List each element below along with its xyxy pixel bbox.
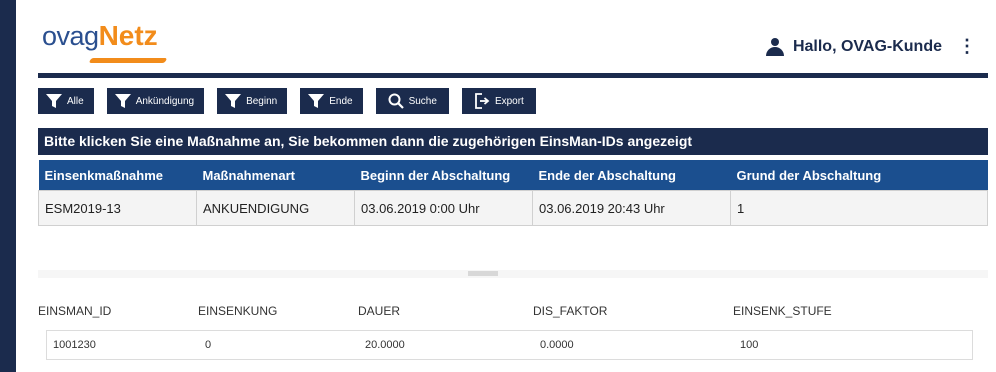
logo-netz-text: Netz — [98, 20, 158, 51]
app-content: ovagNetz Hallo, OVAG-Kunde ⋮ Alle Ankünd… — [30, 0, 996, 372]
logo: ovagNetz — [42, 20, 168, 66]
column-header: EINSMAN_ID — [38, 304, 112, 318]
export-icon — [475, 93, 490, 109]
filter-end-button[interactable]: Ende — [300, 88, 363, 114]
filter-icon — [46, 94, 62, 108]
table-cell: 0 — [205, 339, 212, 351]
ids-table-header: EINSMAN_ID EINSENKUNG DAUER DIS_FAKTOR E… — [38, 304, 988, 318]
table-row[interactable]: ESM2019-13 ANKUENDIGUNG 03.06.2019 0:00 … — [38, 190, 988, 226]
table-cell: 100 — [740, 339, 759, 351]
button-label: Beginn — [246, 95, 278, 107]
table-row[interactable]: 1001230 0 20.0000 0.0000 100 — [46, 330, 973, 360]
column-header[interactable]: Ende der Abschaltung — [532, 160, 731, 191]
measures-table: Einsenkmaßnahme Maßnahmenart Beginn der … — [38, 160, 988, 226]
table-cell: 03.06.2019 0:00 Uhr — [354, 190, 533, 226]
column-header[interactable]: Beginn der Abschaltung — [354, 160, 533, 191]
user-icon — [765, 37, 785, 56]
table-cell: 20.0000 — [365, 339, 405, 351]
filter-icon — [114, 94, 131, 108]
column-header: DAUER — [358, 304, 401, 318]
left-edge-bar — [0, 0, 16, 372]
button-label: Suche — [408, 95, 437, 107]
filter-icon — [308, 94, 325, 108]
button-label: Alle — [67, 95, 84, 107]
column-header[interactable]: Maßnahmenart — [196, 160, 355, 191]
table-cell: ANKUENDIGUNG — [196, 190, 355, 226]
filter-announcement-button[interactable]: Ankündigung — [106, 88, 205, 114]
more-vert-icon[interactable]: ⋮ — [958, 36, 976, 57]
user-menu[interactable]: Hallo, OVAG-Kunde ⋮ — [765, 36, 976, 57]
table-header-row: Einsenkmaßnahme Maßnahmenart Beginn der … — [38, 160, 988, 191]
header-divider — [38, 73, 988, 78]
button-label: Ende — [329, 95, 353, 107]
splitter[interactable] — [38, 270, 988, 278]
user-greeting: Hallo, OVAG-Kunde — [792, 37, 942, 55]
table-cell: 1001230 — [53, 339, 96, 351]
button-label: Export — [494, 95, 524, 107]
search-icon — [388, 93, 404, 109]
export-button[interactable]: Export — [461, 88, 536, 114]
table-cell: 03.06.2019 20:43 Uhr — [532, 190, 731, 226]
app-window: ovagNetz Hallo, OVAG-Kunde ⋮ Alle Ankünd… — [0, 0, 996, 372]
column-header[interactable]: Einsenkmaßnahme — [38, 160, 197, 191]
table-cell: 0.0000 — [540, 339, 574, 351]
button-label: Ankündigung — [135, 95, 195, 107]
table-cell: 1 — [730, 190, 988, 226]
column-header: DIS_FAKTOR — [533, 304, 608, 318]
logo-ovag-text: ovag — [42, 21, 99, 51]
search-button[interactable]: Suche — [375, 88, 449, 114]
column-header[interactable]: Grund der Abschaltung — [730, 160, 988, 191]
table-cell: ESM2019-13 — [38, 190, 197, 226]
filter-icon — [225, 94, 242, 108]
logo-swoosh — [88, 58, 168, 63]
column-header: EINSENK_STUFE — [733, 304, 832, 318]
splitter-grip[interactable] — [468, 271, 498, 276]
filter-all-button[interactable]: Alle — [38, 88, 94, 114]
instruction-banner: Bitte klicken Sie eine Maßnahme an, Sie … — [38, 128, 988, 155]
filter-begin-button[interactable]: Beginn — [217, 88, 288, 114]
toolbar: Alle Ankündigung Beginn Ende Suche Expor… — [38, 88, 536, 114]
column-header: EINSENKUNG — [198, 304, 278, 318]
